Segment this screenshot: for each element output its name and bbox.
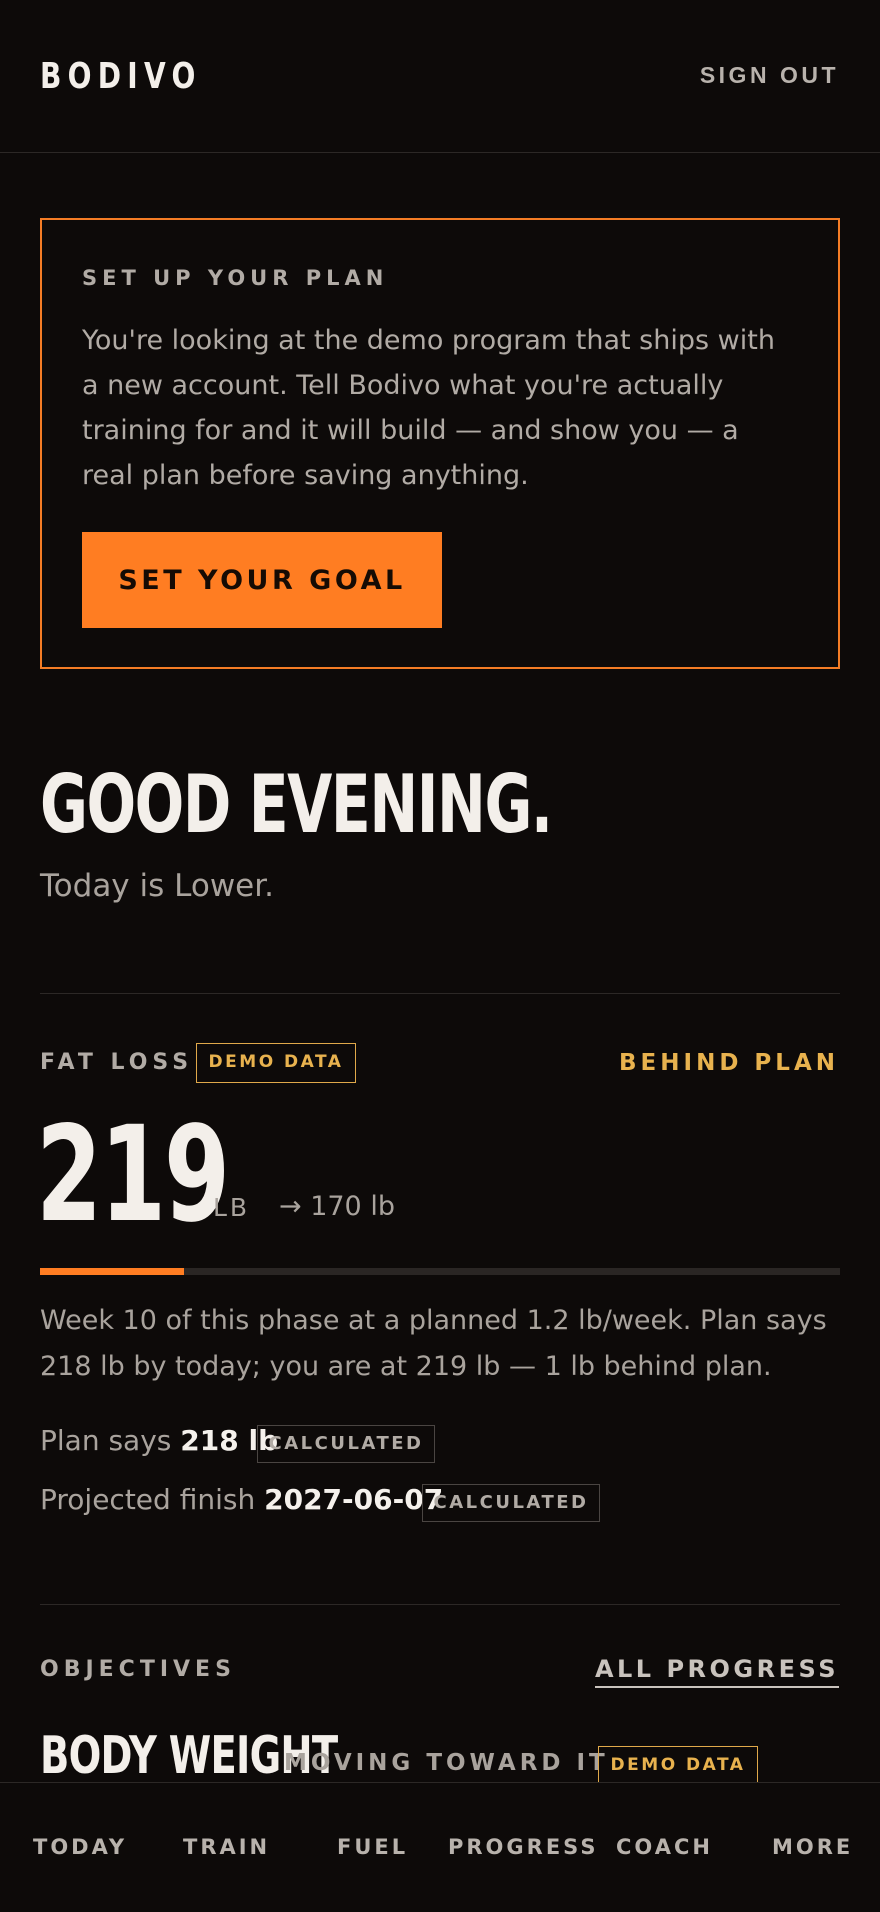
section-divider — [40, 993, 840, 994]
demo-data-badge: DEMO DATA — [196, 1043, 356, 1083]
section-divider — [40, 1604, 840, 1605]
setup-plan-card: SET UP YOUR PLAN You're looking at the d… — [40, 218, 840, 669]
demo-data-badge: DEMO DATA — [598, 1746, 758, 1786]
nav-fuel[interactable]: FUEL — [337, 1835, 408, 1859]
bottom-navigation: TODAY TRAIN FUEL PROGRESS COACH MORE — [0, 1782, 880, 1912]
all-progress-link[interactable]: ALL PROGRESS — [594, 1655, 839, 1688]
set-your-goal-button[interactable]: SET YOUR GOAL — [82, 532, 442, 628]
goal-label: FAT LOSS — [40, 1050, 194, 1075]
plan-says-row: Plan says 218 lb — [40, 1424, 278, 1457]
weight-unit: LB — [213, 1193, 251, 1222]
projected-finish-value: 2027-06-07 — [264, 1483, 444, 1516]
goal-summary: Week 10 of this phase at a planned 1.2 l… — [40, 1305, 827, 1382]
nav-more[interactable]: MORE — [772, 1835, 853, 1859]
goal-status: BEHIND PLAN — [619, 1050, 839, 1076]
current-weight: 219 — [36, 1098, 230, 1252]
greeting-subtitle: Today is Lower. — [40, 868, 274, 904]
objective-status: MOVING TOWARD IT — [284, 1750, 609, 1776]
setup-eyebrow: SET UP YOUR PLAN — [82, 266, 389, 290]
calculated-badge: CALCULATED — [257, 1425, 435, 1463]
nav-train[interactable]: TRAIN — [183, 1835, 270, 1859]
sign-out-button[interactable]: SIGN OUT — [700, 62, 839, 89]
app-header: BODIVO SIGN OUT — [0, 0, 880, 153]
app-logo[interactable]: BODIVO — [40, 56, 202, 97]
calculated-badge: CALCULATED — [422, 1484, 600, 1522]
target-weight: → 170 lb — [279, 1191, 395, 1222]
nav-progress[interactable]: PROGRESS — [448, 1835, 598, 1859]
goal-progress-fill — [40, 1268, 184, 1275]
objectives-label: OBJECTIVES — [40, 1657, 236, 1682]
setup-description: You're looking at the demo program that … — [82, 325, 775, 491]
goal-progress-bar — [40, 1268, 840, 1275]
projected-finish-row: Projected finish 2027-06-07 — [40, 1483, 443, 1516]
plan-says-label: Plan says — [40, 1424, 172, 1457]
nav-coach[interactable]: COACH — [616, 1835, 713, 1859]
nav-today[interactable]: TODAY — [33, 1835, 127, 1859]
greeting-title: GOOD EVENING. — [40, 758, 553, 851]
projected-finish-label: Projected finish — [40, 1483, 256, 1516]
